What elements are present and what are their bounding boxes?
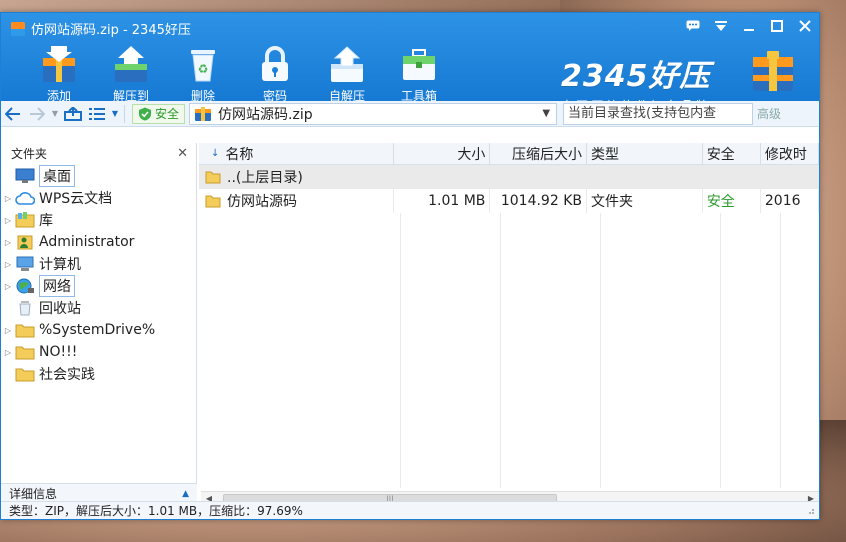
navigation-bar: ▼ ▼ 安全 仿网站源码.zip ▼ 当前目录查找(支持包内查 高级: [1, 101, 819, 127]
safe-status: 安全: [706, 194, 735, 210]
view-mode-dropdown[interactable]: ▼: [109, 103, 121, 125]
folder-icon: [15, 365, 35, 383]
file-list-header: ↓ 名称 大小 压缩后大小 类型 安全 修改时: [199, 143, 819, 165]
search-input[interactable]: 当前目录查找(支持包内查: [563, 102, 754, 125]
sort-down-icon: ↓: [211, 148, 220, 159]
column-name[interactable]: ↓ 名称: [199, 143, 394, 164]
recycle-bin-icon: [15, 299, 35, 317]
expand-icon[interactable]: ▷: [1, 282, 15, 291]
folder-panel-title: 文件夹: [11, 146, 48, 161]
folder-icon: [205, 195, 221, 208]
tree-item-recycle-bin[interactable]: 回收站: [1, 297, 196, 319]
address-bar[interactable]: 仿网站源码.zip ▼: [189, 102, 558, 125]
tree-item-computer[interactable]: ▷ 计算机: [1, 253, 196, 275]
expand-icon[interactable]: ▷: [1, 194, 15, 203]
extract-icon: [111, 43, 151, 85]
expand-icon[interactable]: ▷: [1, 348, 15, 357]
forward-button[interactable]: [25, 103, 49, 125]
close-icon[interactable]: [791, 15, 819, 37]
details-label: 详细信息: [9, 487, 58, 501]
folder-icon: [205, 171, 221, 184]
tree-item-no[interactable]: ▷ NO!!!: [1, 341, 196, 363]
toolbox-button[interactable]: 工具箱: [383, 43, 455, 104]
chevron-up-icon: ▲: [182, 488, 189, 499]
forward-dropdown-button[interactable]: ▼: [49, 103, 61, 125]
nav-divider: [124, 104, 125, 123]
menu-icon[interactable]: [707, 15, 735, 37]
table-row-parent-dir[interactable]: ..(上层目录): [199, 165, 819, 189]
back-button[interactable]: [1, 103, 25, 125]
maximize-icon[interactable]: [763, 15, 791, 37]
delete-button[interactable]: ♻ 删除: [167, 43, 239, 104]
haozip-box-icon: [751, 49, 795, 93]
user-icon: [15, 233, 35, 251]
table-row[interactable]: 仿网站源码 1.01 MB 1014.92 KB 文件夹 安全 2016: [199, 189, 819, 213]
safety-badge[interactable]: 安全: [132, 103, 186, 124]
desktop-icon: [15, 167, 35, 185]
library-icon: [15, 211, 35, 229]
address-dropdown-icon[interactable]: ▼: [542, 108, 550, 119]
expand-icon[interactable]: ▷: [1, 260, 15, 269]
self-extract-icon: [327, 43, 367, 85]
view-mode-button[interactable]: [85, 103, 109, 125]
tree-item-desktop[interactable]: 桌面: [1, 165, 196, 187]
status-bar: 类型：ZIP，解压后大小：1.01 MB，压缩比：97.69%: [1, 501, 819, 519]
computer-icon: [15, 255, 35, 273]
add-button[interactable]: 添加: [23, 43, 95, 104]
resize-grip-icon[interactable]: [805, 505, 815, 515]
haozip-app-icon: [11, 21, 25, 36]
list-view-icon: [89, 107, 105, 120]
chat-icon[interactable]: [679, 15, 707, 37]
details-panel-toggle[interactable]: 详细信息 ▲: [1, 483, 197, 503]
tree-item-library[interactable]: ▷ 库: [1, 209, 196, 231]
extract-to-button[interactable]: 解压到: [95, 43, 167, 104]
minimize-icon[interactable]: [735, 15, 763, 37]
recycle-bin-icon: ♻: [183, 43, 223, 85]
self-extract-button[interactable]: 自解压: [311, 43, 383, 104]
advanced-search-link[interactable]: 高级: [757, 105, 781, 122]
column-modified[interactable]: 修改时: [761, 143, 819, 164]
column-compressed-size[interactable]: 压缩后大小: [490, 143, 587, 164]
close-panel-icon[interactable]: ✕: [177, 146, 188, 161]
window-title: 仿网站源码.zip - 2345好压: [31, 23, 191, 38]
lock-icon: [255, 43, 295, 85]
address-text: 仿网站源码.zip: [218, 106, 313, 123]
network-icon: [15, 277, 35, 295]
expand-icon[interactable]: ▷: [1, 216, 15, 225]
tree-item-social-practice[interactable]: 社会实践: [1, 363, 196, 385]
folder-icon: [15, 321, 35, 339]
up-folder-icon: [64, 106, 82, 121]
svg-text:♻: ♻: [198, 62, 209, 76]
zip-archive-icon: [195, 106, 212, 121]
safety-label: 安全: [155, 107, 180, 121]
tree-item-network[interactable]: ▷ 网络: [1, 275, 196, 297]
expand-icon[interactable]: ▷: [1, 238, 15, 247]
tree-item-systemdrive[interactable]: ▷ %SystemDrive%: [1, 319, 196, 341]
column-size[interactable]: 大小: [394, 143, 491, 164]
cloud-icon: [15, 189, 35, 207]
column-type[interactable]: 类型: [587, 143, 703, 164]
expand-icon[interactable]: ▷: [1, 326, 15, 335]
folder-tree-panel: 文件夹 ✕ 桌面 ▷ WPS云文档 ▷ 库 ▷ Administrator ▷ …: [1, 143, 197, 503]
folder-icon: [15, 343, 35, 361]
tree-item-administrator[interactable]: ▷ Administrator: [1, 231, 196, 253]
password-button[interactable]: 密码: [239, 43, 311, 104]
column-gridlines: [400, 213, 781, 488]
column-safety[interactable]: 安全: [703, 143, 761, 164]
file-list: ↓ 名称 大小 压缩后大小 类型 安全 修改时 ..(上层目录) 仿网站源码 1…: [199, 143, 819, 488]
status-text: 类型：ZIP，解压后大小：1.01 MB，压缩比：97.69%: [9, 504, 303, 518]
add-archive-icon: [39, 43, 79, 85]
titlebar: 仿网站源码.zip - 2345好压 添加 解压到 ♻ 删除 密码 自解压 工具…: [1, 13, 819, 113]
shield-check-icon: [139, 107, 151, 120]
app-window: 仿网站源码.zip - 2345好压 添加 解压到 ♻ 删除 密码 自解压 工具…: [0, 12, 820, 520]
folder-tree: 桌面 ▷ WPS云文档 ▷ 库 ▷ Administrator ▷ 计算机 ▷ …: [1, 165, 196, 385]
up-level-button[interactable]: [61, 103, 85, 125]
arrow-left-icon: [5, 106, 20, 121]
tree-item-wps-cloud[interactable]: ▷ WPS云文档: [1, 187, 196, 209]
main-toolbar: 添加 解压到 ♻ 删除 密码 自解压 工具箱: [23, 43, 455, 104]
toolbox-icon: [399, 43, 439, 85]
arrow-right-icon: [30, 106, 45, 121]
